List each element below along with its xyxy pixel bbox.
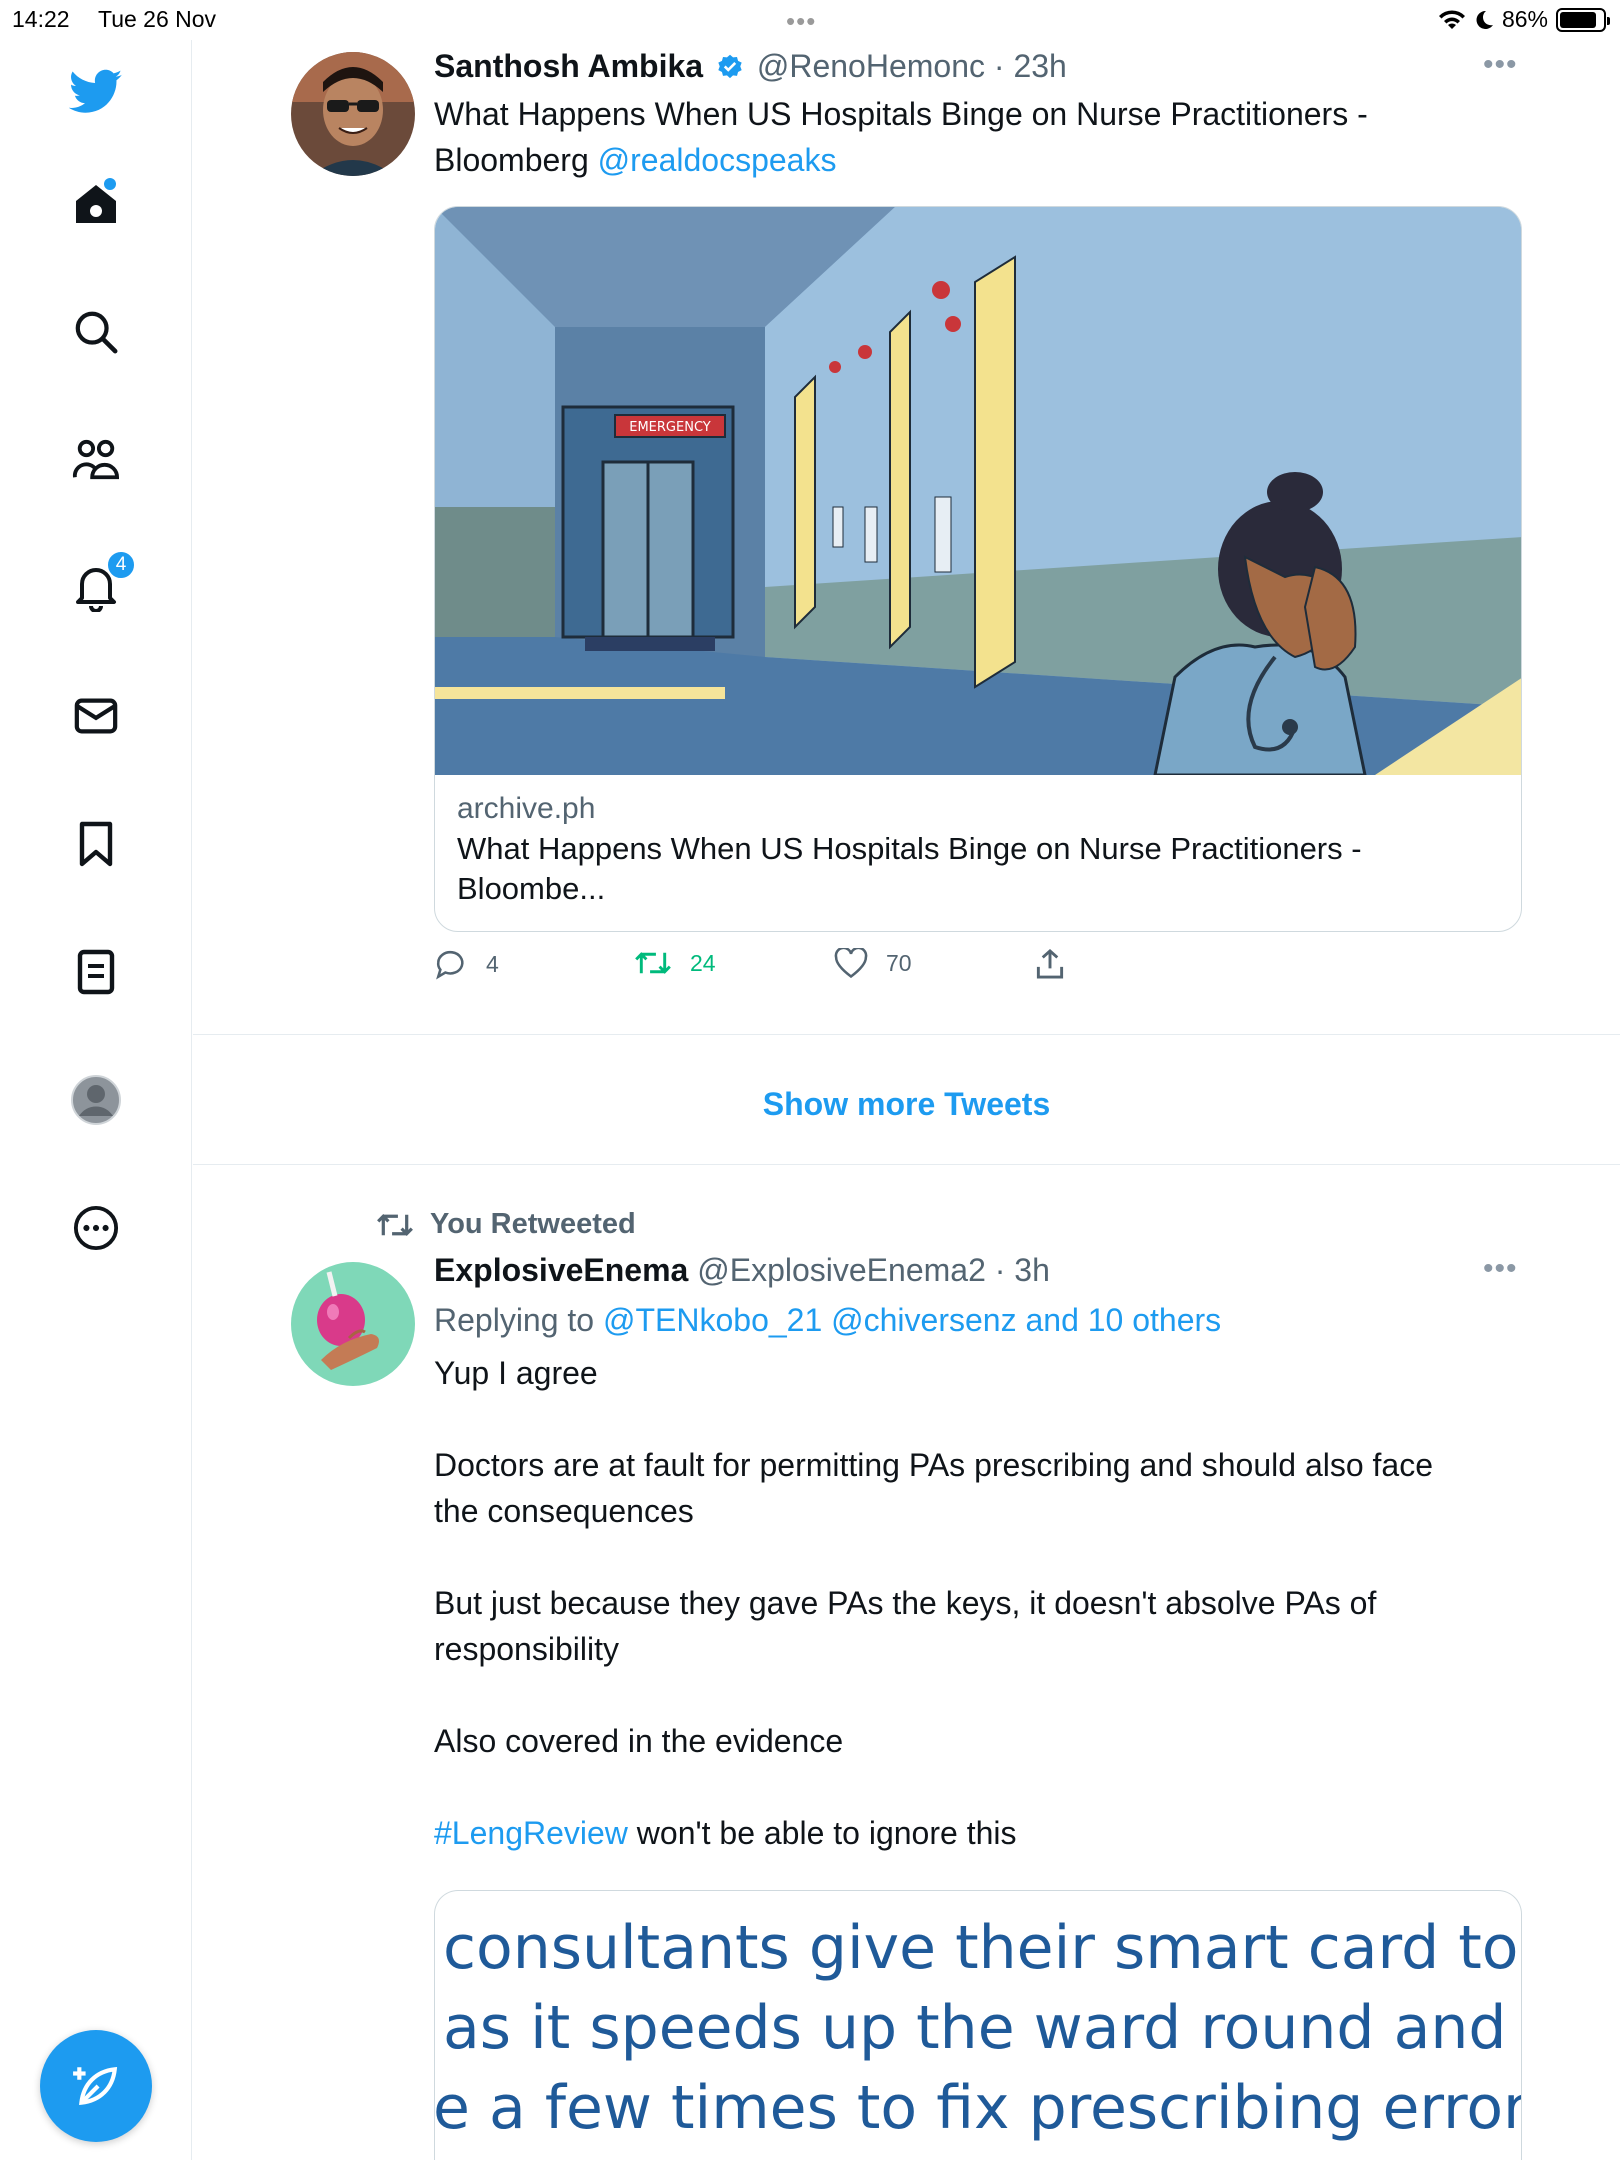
image-text-line: e a few times to fix prescribing errors … bbox=[434, 2073, 1522, 2143]
tweet-time[interactable]: · 3h bbox=[995, 1252, 1050, 1288]
share-icon bbox=[1036, 948, 1064, 979]
notifications-icon[interactable]: 4 bbox=[66, 550, 136, 618]
image-text-line: consultants give their smart card to th bbox=[443, 1913, 1522, 1983]
hashtag-link[interactable]: #LengReview bbox=[434, 1815, 628, 1851]
compose-tweet-button[interactable] bbox=[40, 2030, 152, 2142]
link-card-title: Bloombe... bbox=[457, 871, 606, 906]
mention-link[interactable]: @realdocspeaks bbox=[598, 142, 837, 178]
tweet-actions: 4 24 70 bbox=[434, 948, 1334, 992]
messages-icon[interactable] bbox=[66, 686, 126, 746]
tweet-more-options-icon[interactable]: ••• bbox=[1483, 1252, 1518, 1286]
more-icon[interactable] bbox=[66, 1198, 126, 1258]
tweet-header: ExplosiveEnema @ExplosiveEnema2 · 3h bbox=[434, 1250, 1524, 1290]
lists-icon[interactable] bbox=[66, 942, 126, 1002]
link-card[interactable]: EMERGENCY archive.ph What Happens When U… bbox=[434, 206, 1522, 932]
tweet-text: What Happens When US Hospitals Binge on … bbox=[434, 91, 1524, 183]
tweet-text-line: Bloomberg @realdocspeaks bbox=[434, 137, 1524, 183]
show-more-tweets-link[interactable]: Show more Tweets bbox=[193, 1040, 1620, 1168]
verified-badge-icon bbox=[718, 54, 742, 79]
home-new-dot bbox=[104, 178, 116, 190]
retweet-icon bbox=[377, 1213, 413, 1236]
retweeted-label: You Retweeted bbox=[430, 1208, 636, 1240]
tweet-text-fragment: won't be able to ignore this bbox=[627, 1815, 1017, 1851]
battery-percent: 86% bbox=[1501, 6, 1548, 32]
tweet-header: Santhosh Ambika @RenoHemonc · 23h bbox=[434, 46, 1524, 86]
tweet-time[interactable]: · 23h bbox=[994, 48, 1067, 84]
sidebar-nav: 4 bbox=[0, 40, 192, 2160]
avatar[interactable] bbox=[291, 52, 415, 176]
retweeted-indicator: You Retweeted bbox=[376, 1208, 636, 1241]
tweet-text-fragment: Bloomberg bbox=[434, 142, 598, 178]
share-button[interactable] bbox=[1034, 948, 1066, 980]
tweet-text-line: #LengReview won't be able to ignore this bbox=[434, 1810, 1524, 1856]
emergency-sign-text: EMERGENCY bbox=[629, 420, 711, 435]
status-date: Tue 26 Nov bbox=[98, 6, 217, 32]
tweet-more-options-icon[interactable]: ••• bbox=[1483, 48, 1518, 82]
link-card-image: EMERGENCY bbox=[435, 207, 1521, 775]
author-handle[interactable]: @RenoHemonc bbox=[757, 48, 985, 84]
home-icon[interactable] bbox=[66, 174, 126, 234]
multitasking-dots-icon[interactable]: ••• bbox=[786, 6, 816, 37]
tweet-image[interactable]: consultants give their smart card to th … bbox=[434, 1890, 1522, 2160]
profile-icon[interactable] bbox=[66, 1070, 126, 1130]
notifications-badge: 4 bbox=[106, 550, 136, 580]
moon-icon bbox=[1476, 10, 1493, 29]
tweet-text-line: the consequences bbox=[434, 1493, 694, 1529]
retweet-count: 24 bbox=[690, 949, 716, 976]
compose-icon bbox=[73, 2066, 118, 2106]
avatar[interactable] bbox=[291, 1262, 415, 1386]
retweet-button[interactable]: 24 bbox=[634, 948, 716, 978]
tweet-text-line: What Happens When US Hospitals Binge on … bbox=[434, 96, 1368, 132]
reply-icon bbox=[436, 950, 464, 980]
author-name[interactable]: ExplosiveEnema bbox=[434, 1252, 688, 1288]
communities-icon[interactable] bbox=[66, 430, 126, 490]
battery-icon bbox=[1556, 7, 1610, 32]
author-handle[interactable]: @ExplosiveEnema2 bbox=[697, 1252, 986, 1288]
link-card-title: What Happens When US Hospitals Binge on … bbox=[457, 831, 1362, 866]
image-text-line: as it speeds up the ward round and pre bbox=[443, 1993, 1522, 2063]
like-count: 70 bbox=[886, 949, 912, 976]
replying-to-label: Replying to bbox=[434, 1302, 603, 1338]
wifi-icon bbox=[1438, 9, 1465, 29]
retweet-icon bbox=[635, 952, 671, 974]
divider bbox=[193, 1164, 1620, 1165]
replying-to-mentions[interactable]: @TENkobo_21 @chiversenz and 10 others bbox=[603, 1302, 1221, 1338]
battery-level bbox=[1560, 11, 1597, 28]
author-name[interactable]: Santhosh Ambika bbox=[434, 48, 703, 84]
search-icon[interactable] bbox=[66, 302, 126, 362]
twitter-logo-icon[interactable] bbox=[66, 62, 126, 122]
tweet-text-line: Also covered in the evidence bbox=[434, 1723, 844, 1759]
tweet-text-line: But just because they gave PAs the keys,… bbox=[434, 1585, 1377, 1621]
status-time: 14:22 bbox=[12, 6, 70, 32]
tweet-text-line: Doctors are at fault for permitting PAs … bbox=[434, 1447, 1434, 1483]
bookmarks-icon[interactable] bbox=[66, 814, 126, 874]
replying-to: Replying to @TENkobo_21 @chiversenz and … bbox=[434, 1300, 1524, 1340]
heart-icon bbox=[834, 948, 868, 978]
divider bbox=[193, 1034, 1620, 1035]
tweet-text-line: responsibility bbox=[434, 1631, 619, 1667]
reply-count: 4 bbox=[486, 950, 499, 977]
tweet-text: Yup I agree Doctors are at fault for per… bbox=[434, 1350, 1524, 1856]
like-button[interactable]: 70 bbox=[834, 948, 912, 978]
status-bar: 14:22 Tue 26 Nov ••• 86% bbox=[0, 0, 1620, 40]
link-card-domain: archive.ph bbox=[457, 792, 596, 825]
link-card-meta: archive.ph What Happens When US Hospital… bbox=[435, 775, 1521, 923]
tweet-text-line: Yup I agree bbox=[434, 1355, 598, 1391]
reply-button[interactable]: 4 bbox=[434, 948, 499, 980]
